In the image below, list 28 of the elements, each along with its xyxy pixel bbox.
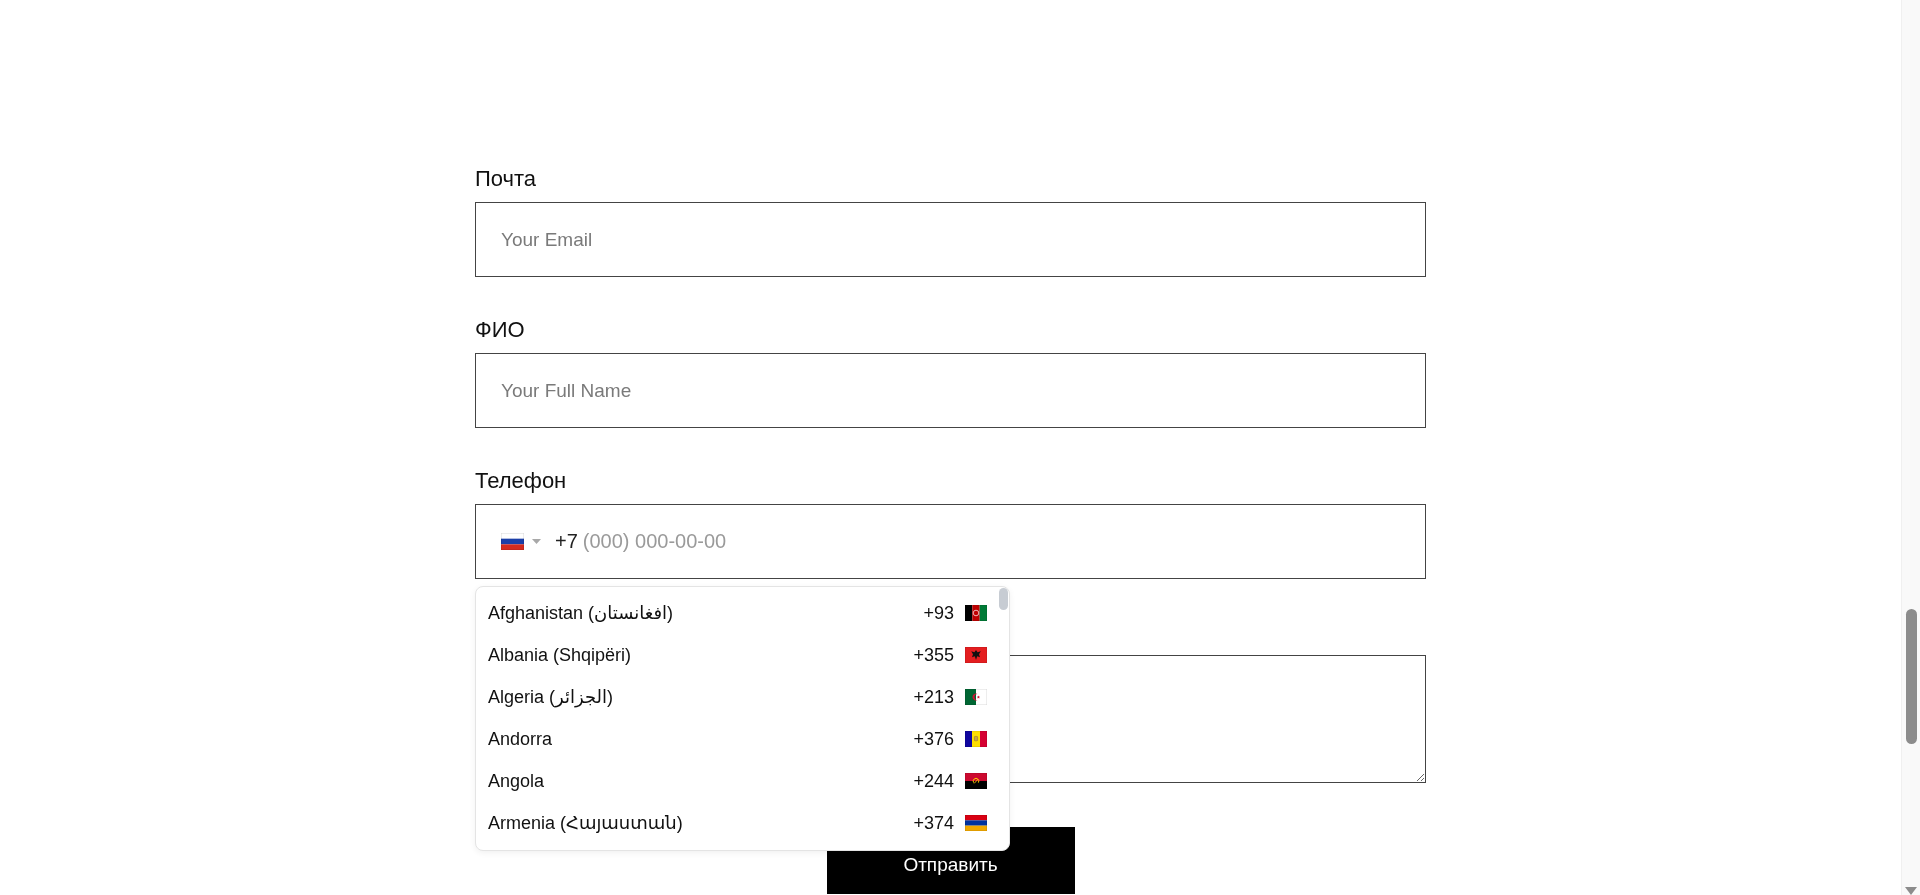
dial-code[interactable]: +376 (913, 728, 954, 750)
country-name[interactable]: Angola (488, 770, 545, 792)
field-label: Почта (475, 166, 537, 192)
phone-field[interactable]: +7 (000) 000-00-00 (475, 504, 1426, 579)
dial-code[interactable]: +93 (923, 602, 954, 624)
country-code: +7 (555, 530, 578, 553)
country-name[interactable]: Armenia (Հայաստան) (488, 812, 683, 834)
flag-icon[interactable] (965, 605, 987, 621)
input-field[interactable]: Your Email (475, 202, 1426, 277)
flag-icon[interactable] (965, 689, 987, 705)
dial-code[interactable]: +213 (913, 686, 954, 708)
flag-icon[interactable] (965, 731, 987, 747)
flag-icon[interactable] (965, 773, 987, 789)
dial-code[interactable]: +355 (913, 644, 954, 666)
country-name[interactable]: Andorra (488, 728, 553, 750)
field-label: ФИО (475, 317, 525, 343)
country-name[interactable]: Afghanistan (افغانستان) (488, 602, 674, 624)
field-label: Телефон (475, 468, 567, 494)
arrow-down-icon[interactable] (1905, 887, 1917, 895)
country-name[interactable]: Algeria (الجزائر) (488, 686, 613, 708)
input-field[interactable]: Your Full Name (475, 353, 1426, 428)
scrollbar-thumb[interactable] (1906, 609, 1917, 744)
scrollbar-thumb[interactable] (999, 588, 1008, 610)
country-name[interactable]: Albania (Shqipëri) (488, 644, 632, 666)
flag-icon[interactable] (501, 533, 524, 550)
flag-icon[interactable] (965, 815, 987, 831)
phone-input[interactable]: (000) 000-00-00 (582, 530, 1405, 553)
dial-code[interactable]: +244 (913, 770, 954, 792)
